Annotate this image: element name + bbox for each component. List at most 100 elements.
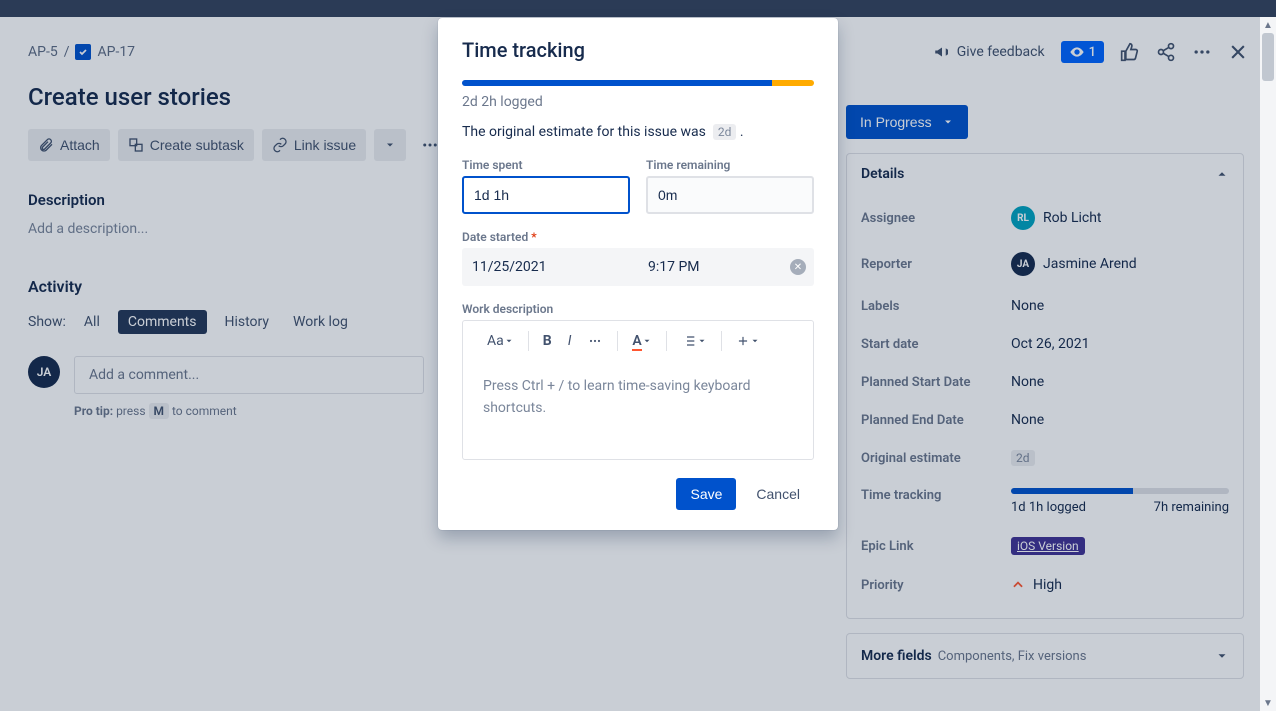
time-spent-input[interactable] (462, 176, 630, 214)
link-issue-button[interactable]: Link issue (262, 129, 366, 161)
date-started-label: Date started * (462, 230, 814, 244)
time-remaining-input[interactable] (646, 176, 814, 214)
cancel-button[interactable]: Cancel (742, 478, 814, 510)
toolbar-more-format[interactable] (579, 321, 611, 361)
give-feedback-label: Give feedback (957, 44, 1045, 60)
paperclip-icon (38, 137, 54, 153)
priority-value: High (1033, 577, 1062, 593)
toolbar-bold[interactable]: B (535, 321, 560, 361)
field-time-tracking[interactable]: Time tracking 1d 1h logged 7h remaining (861, 477, 1229, 526)
time-remaining-field: Time remaining (646, 158, 814, 214)
attach-button[interactable]: Attach (28, 129, 110, 161)
chevron-down-icon (697, 336, 707, 346)
plus-icon (736, 334, 750, 348)
status-label: In Progress (860, 114, 932, 130)
time-logged: 1d 1h logged (1011, 500, 1086, 515)
toolbar-insert[interactable] (728, 321, 768, 361)
modal-progress-bar (462, 80, 814, 86)
thumbs-up-icon (1120, 42, 1140, 62)
assignee-avatar: RL (1011, 206, 1035, 230)
scroll-thumb[interactable] (1262, 33, 1274, 81)
toolbar-lists[interactable] (673, 321, 715, 361)
details-heading: Details (861, 166, 904, 182)
toolbar-italic[interactable]: I (560, 321, 580, 361)
modal-title: Time tracking (462, 38, 814, 62)
scroll-down-arrow[interactable]: ▼ (1260, 695, 1276, 711)
status-dropdown[interactable]: In Progress (846, 105, 968, 139)
header-actions: Give feedback 1 (933, 41, 1248, 63)
eye-icon (1069, 44, 1085, 60)
more-horizontal-icon (587, 333, 603, 349)
time-spent-field: Time spent (462, 158, 630, 214)
field-startdate[interactable]: Start date Oct 26, 2021 (861, 325, 1229, 363)
avatar: JA (28, 356, 60, 388)
show-label: Show: (28, 314, 66, 330)
time-tracking-modal: Time tracking 2d 2h logged The original … (438, 18, 838, 530)
modal-estimate-text: The original estimate for this issue was… (462, 124, 814, 140)
link-issue-dropdown[interactable] (374, 129, 406, 161)
field-original-estimate[interactable]: Original estimate 2d (861, 439, 1229, 477)
field-planned-start[interactable]: Planned Start Date None (861, 363, 1229, 401)
chevron-down-icon (1215, 649, 1229, 663)
field-priority[interactable]: Priority High (861, 566, 1229, 604)
modal-logged-summary: 2d 2h logged (462, 94, 814, 110)
scroll-up-arrow[interactable]: ▲ (1260, 17, 1276, 33)
priority-high-icon (1011, 578, 1025, 592)
field-reporter[interactable]: Reporter JA Jasmine Arend (861, 241, 1229, 287)
like-button[interactable] (1120, 42, 1140, 62)
field-planned-end[interactable]: Planned End Date None (861, 401, 1229, 439)
create-subtask-label: Create subtask (150, 137, 244, 153)
editor-toolbar: Aa B I A (463, 321, 813, 361)
breadcrumb-separator: / (64, 44, 70, 60)
epic-tag[interactable]: iOS Version (1011, 537, 1085, 555)
details-panel-header[interactable]: Details (847, 154, 1243, 195)
chevron-down-icon (750, 336, 760, 346)
close-button[interactable] (1228, 42, 1248, 62)
field-assignee[interactable]: Assignee RL Rob Licht (861, 195, 1229, 241)
more-actions-button[interactable] (1192, 42, 1212, 62)
give-feedback-button[interactable]: Give feedback (933, 43, 1045, 61)
watch-count: 1 (1089, 45, 1096, 60)
more-horizontal-icon (1192, 42, 1212, 62)
app-topbar (0, 0, 1276, 17)
chevron-down-icon (942, 116, 954, 128)
tab-history[interactable]: History (219, 310, 276, 334)
date-started-input[interactable]: 11/25/2021 9:17 PM ✕ (462, 248, 814, 286)
assignee-name: Rob Licht (1043, 210, 1102, 226)
chevron-up-icon (1215, 167, 1229, 181)
time-value[interactable]: 9:17 PM (638, 248, 814, 286)
share-button[interactable] (1156, 42, 1176, 62)
create-subtask-button[interactable]: Create subtask (118, 129, 254, 161)
time-remaining: 7h remaining (1154, 500, 1229, 515)
reporter-avatar: JA (1011, 252, 1035, 276)
chevron-down-icon (384, 139, 396, 151)
vertical-scrollbar[interactable]: ▲ ▼ (1260, 17, 1276, 711)
tab-worklog[interactable]: Work log (287, 310, 354, 334)
clear-date-button[interactable]: ✕ (790, 259, 806, 275)
details-sidebar: In Progress Details Assignee RL Rob Lich… (846, 105, 1244, 679)
save-button[interactable]: Save (676, 478, 736, 510)
toolbar-textcolor[interactable]: A (624, 321, 659, 361)
breadcrumb: AP-5 / AP-17 (28, 44, 135, 60)
field-labels[interactable]: Labels None (861, 287, 1229, 325)
field-epic-link[interactable]: Epic Link iOS Version (861, 526, 1229, 566)
share-icon (1156, 42, 1176, 62)
watch-button[interactable]: 1 (1061, 41, 1104, 63)
link-issue-label: Link issue (294, 137, 356, 153)
breadcrumb-current[interactable]: AP-17 (97, 44, 135, 60)
toolbar-textstyle[interactable]: Aa (479, 321, 522, 361)
more-fields-panel[interactable]: More fields Components, Fix versions (846, 633, 1244, 679)
breadcrumb-parent[interactable]: AP-5 (28, 44, 58, 60)
reporter-name: Jasmine Arend (1043, 256, 1137, 272)
tab-all[interactable]: All (78, 310, 106, 334)
work-description-label: Work description (462, 302, 814, 316)
date-value[interactable]: 11/25/2021 (462, 248, 638, 286)
link-icon (272, 137, 288, 153)
attach-label: Attach (60, 137, 100, 153)
comment-input[interactable]: Add a comment... (74, 356, 424, 394)
work-description-editor: Aa B I A (462, 320, 814, 460)
editor-textarea[interactable]: Press Ctrl + / to learn time-saving keyb… (463, 361, 813, 459)
time-remaining-label: Time remaining (646, 158, 814, 172)
more-fields-label: More fields (861, 648, 932, 664)
tab-comments[interactable]: Comments (118, 310, 207, 334)
